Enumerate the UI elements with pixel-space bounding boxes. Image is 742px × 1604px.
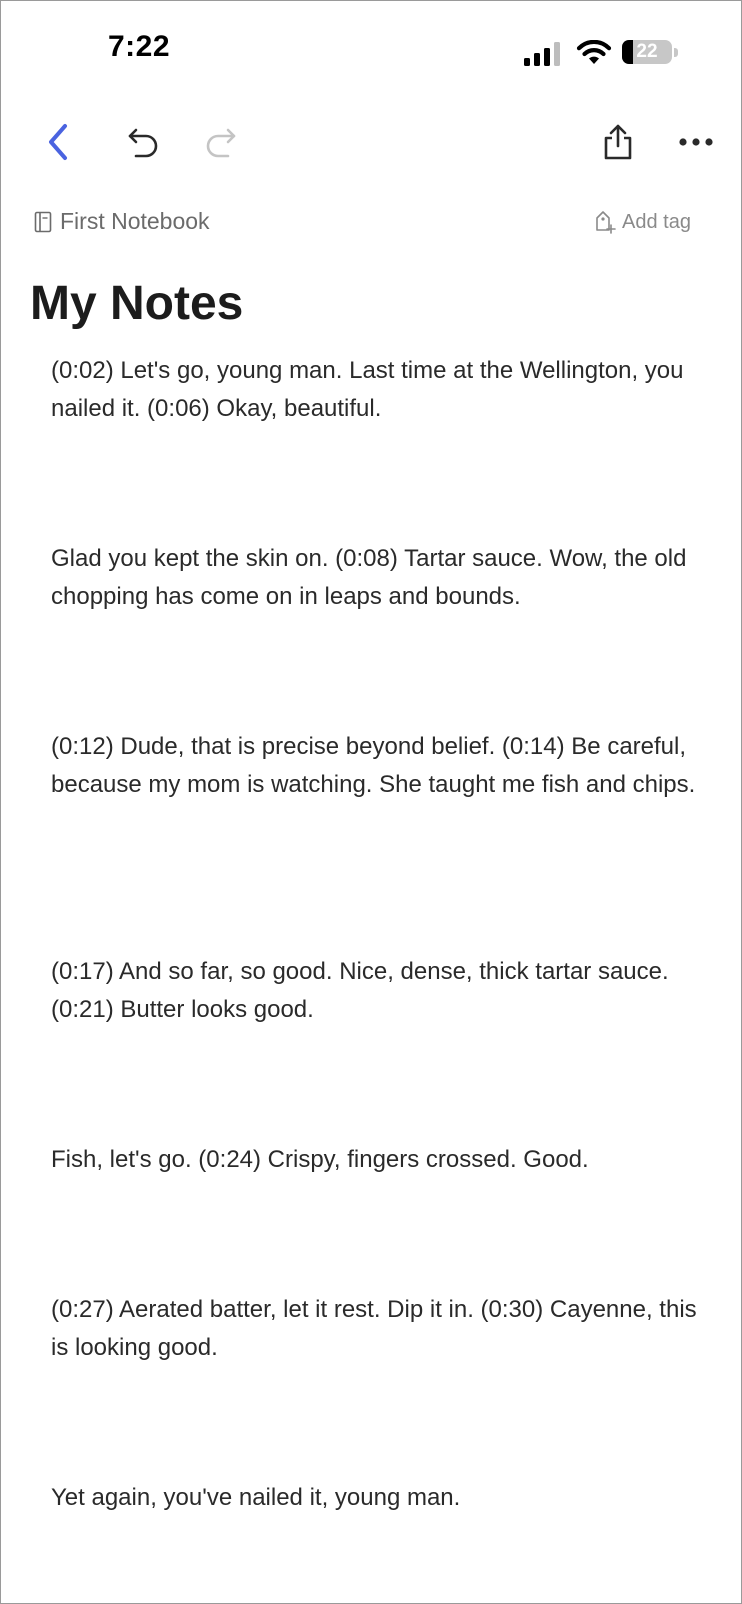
redo-icon [206,128,236,158]
tag-add-icon [596,211,616,234]
note-paragraph[interactable]: Yet again, you've nailed it, young man. [51,1479,701,1517]
status-time: 7:22 [108,30,171,63]
wifi-icon [576,40,612,64]
battery-level: 22 [636,41,658,62]
note-title[interactable]: My Notes [30,276,243,331]
notebook-name: First Notebook [60,208,210,234]
add-tag-label: Add tag [622,210,691,233]
add-tag-button[interactable]: Add tag [594,210,691,234]
notebook-selector[interactable]: First Notebook [34,208,210,235]
battery-icon: 22 [622,40,672,64]
back-button[interactable] [34,118,82,166]
note-paragraph[interactable]: (0:12) Dude, that is precise beyond beli… [51,728,701,804]
chevron-left-icon [49,124,67,160]
cellular-signal-icon [524,42,560,66]
note-paragraph[interactable]: (0:27) Aerated batter, let it rest. Dip … [51,1291,701,1367]
note-paragraph[interactable]: Glad you kept the skin on. (0:08) Tartar… [51,540,701,616]
more-horizontal-icon [679,138,713,146]
more-button[interactable] [672,118,720,166]
notebook-icon [34,211,52,232]
undo-button[interactable] [120,118,168,166]
undo-icon [128,128,158,158]
battery-cap [674,48,678,57]
share-button[interactable] [594,118,642,166]
note-paragraph[interactable]: (0:17) And so far, so good. Nice, dense,… [51,953,701,1029]
redo-button[interactable] [196,118,244,166]
note-paragraph[interactable]: (0:02) Let's go, young man. Last time at… [51,352,701,428]
share-icon [604,124,632,160]
status-indicators: 22 [524,38,684,68]
note-paragraph[interactable]: Fish, let's go. (0:24) Crispy, fingers c… [51,1141,701,1179]
